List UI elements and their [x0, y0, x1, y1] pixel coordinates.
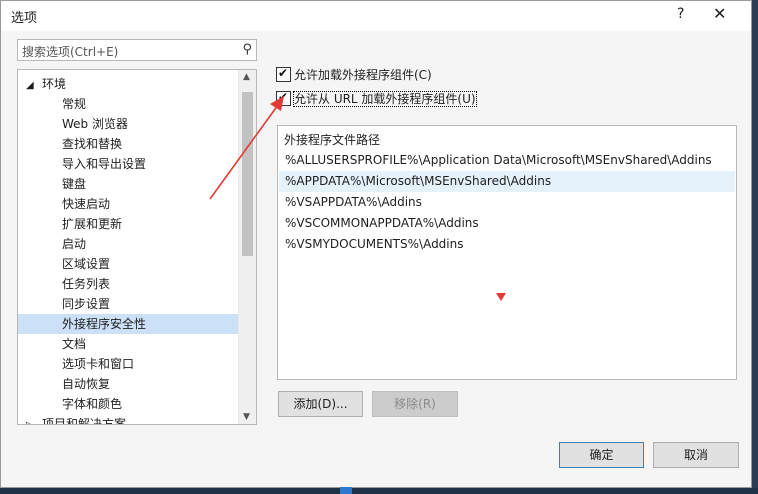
arrow-shaft — [209, 104, 279, 200]
annotation-arrow — [209, 96, 284, 200]
windows-logo-icon — [340, 487, 352, 494]
arrow-head — [270, 96, 284, 111]
background-window-edge — [752, 0, 758, 488]
taskbar — [0, 488, 758, 494]
